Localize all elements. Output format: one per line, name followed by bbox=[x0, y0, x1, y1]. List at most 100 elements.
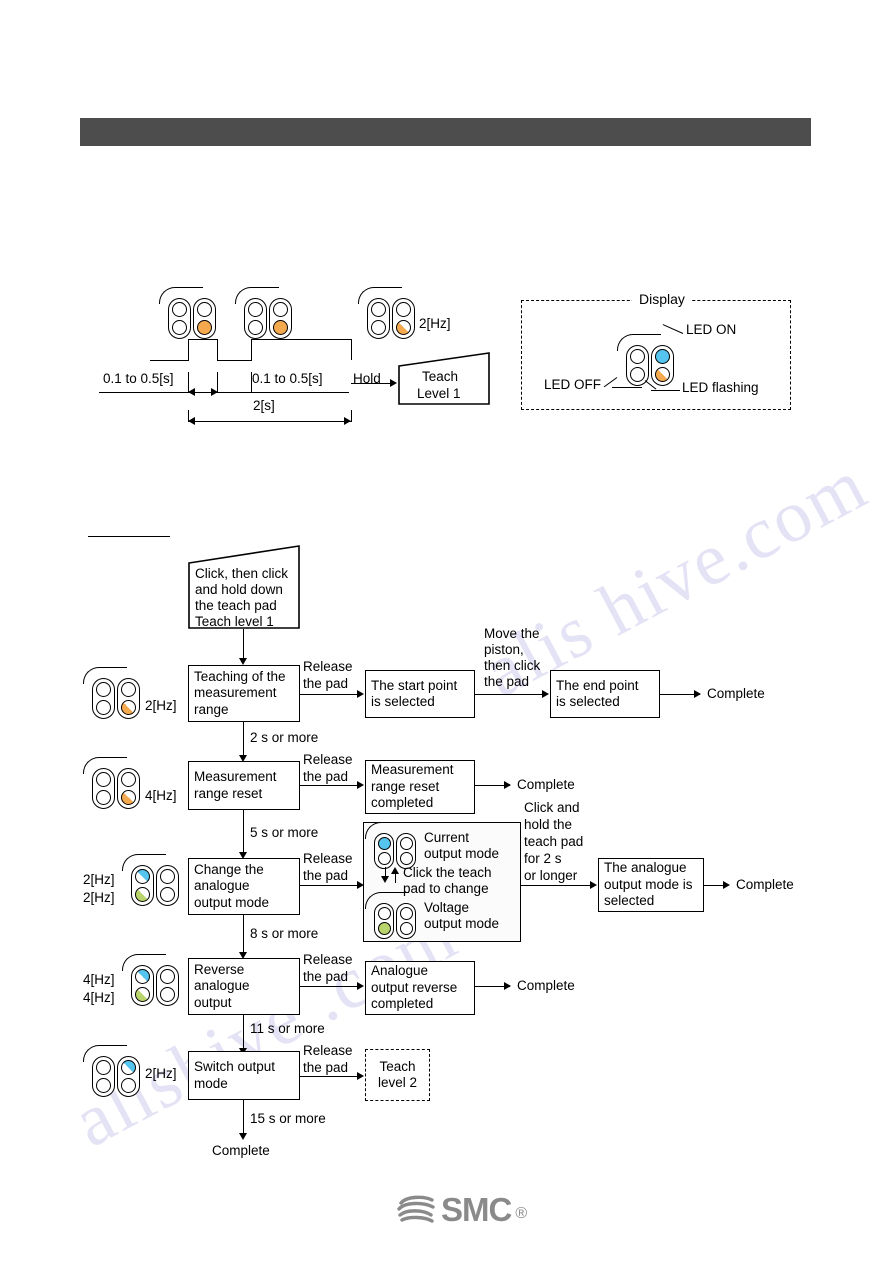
box-line-3: completed bbox=[371, 996, 434, 1012]
start-line-1: Click, then click bbox=[195, 566, 289, 581]
page-root: alis hive.com alishive .com 2[Hz] Hold 0… bbox=[0, 0, 893, 1263]
row5-connector-1 bbox=[300, 1076, 362, 1077]
measure-arrow-right bbox=[211, 388, 218, 396]
led-capsule-left bbox=[92, 678, 115, 719]
row-led-change-analogue-output-mode bbox=[122, 854, 179, 906]
box-analogue-output-reverse-completed: Analogue output reverse completed bbox=[365, 961, 475, 1015]
total-duration-label: 2[s] bbox=[253, 398, 275, 413]
led-left-bottom-off bbox=[630, 367, 645, 382]
section-header-bar bbox=[80, 118, 811, 146]
box-line-3: completed bbox=[371, 795, 434, 811]
row2-terminal: Complete bbox=[517, 777, 575, 792]
waveform-low-1 bbox=[150, 360, 188, 361]
hold-label: Hold bbox=[353, 371, 381, 386]
mode-switch-up-stem bbox=[395, 873, 396, 883]
row1-edge2-label-4: the pad bbox=[484, 674, 530, 689]
waveform-rise-1 bbox=[188, 339, 189, 361]
led-left-bottom bbox=[371, 320, 386, 335]
led-right-bottom bbox=[121, 790, 136, 805]
led-left-top bbox=[96, 1060, 111, 1075]
row3-connector-2-arrow bbox=[590, 881, 597, 889]
teach-level-1-line1: Teach bbox=[422, 369, 459, 384]
row4-edge-label-2: the pad bbox=[303, 969, 349, 984]
legend-led-on-label: LED ON bbox=[686, 322, 737, 337]
row5-down-label: 15 s or more bbox=[250, 1111, 326, 1126]
led-right-bottom bbox=[399, 922, 413, 936]
led-right-top bbox=[273, 302, 288, 317]
connector-row4-to-row5 bbox=[243, 1015, 244, 1051]
row1-connector-3-arrow bbox=[694, 690, 701, 698]
row1-edge-label-1: Release bbox=[303, 659, 353, 674]
led-left-bottom bbox=[96, 700, 111, 715]
row-led-switch-output-mode bbox=[83, 1045, 140, 1097]
start-trapezoid: Click, then click and hold down the teac… bbox=[188, 545, 300, 629]
pulse-width-label-left: 0.1 to 0.5[s] bbox=[103, 371, 174, 386]
box-line-2: analogue bbox=[194, 978, 250, 994]
section-rule bbox=[88, 536, 170, 537]
measure-arrow-left bbox=[188, 388, 195, 396]
led-capsule-left bbox=[374, 833, 394, 869]
total-span-arrow-left bbox=[188, 417, 195, 425]
led-right-top-on bbox=[655, 349, 670, 364]
led-capsule-right bbox=[651, 345, 674, 386]
row-led-teaching-measurement-range bbox=[83, 667, 140, 719]
row4-terminal: Complete bbox=[517, 978, 575, 993]
pulse-width-label-right: 0.1 to 0.5[s] bbox=[252, 371, 323, 386]
box-change-analogue-output-mode: Change the analogue output mode bbox=[188, 858, 300, 915]
connector-row5-to-complete bbox=[243, 1100, 244, 1136]
legend-leader-off bbox=[612, 387, 642, 388]
box-line-1: Measurement bbox=[371, 762, 454, 778]
voltage-mode-line-2: output mode bbox=[424, 916, 500, 931]
led-right-bottom bbox=[197, 320, 212, 335]
display-legend-title: Display bbox=[632, 291, 692, 307]
legend-led-indicator bbox=[617, 334, 674, 386]
mode-change-hint-2: pad to change bbox=[403, 881, 489, 896]
led-capsule-right bbox=[392, 298, 415, 339]
box-line-1: Teaching of the bbox=[194, 668, 286, 684]
row3-edge-label-2: the pad bbox=[303, 868, 349, 883]
box-analogue-output-mode-selected: The analogue output mode is selected bbox=[598, 858, 704, 912]
box-reverse-analogue-output: Reverse analogue output bbox=[188, 958, 300, 1015]
current-mode-line-1: Current bbox=[424, 830, 470, 845]
led-right-bottom bbox=[273, 320, 288, 335]
led-capsule-right bbox=[156, 965, 179, 1006]
led-capsule-right bbox=[396, 903, 416, 939]
led-capsule-left bbox=[131, 965, 154, 1006]
led-right-top bbox=[399, 906, 413, 920]
led-indicator-hold bbox=[358, 287, 415, 339]
led-left-bottom bbox=[377, 852, 391, 866]
box-start-point-selected: The start point is selected bbox=[365, 670, 475, 718]
connector-row1-to-row2 bbox=[243, 722, 244, 758]
box-line-2: range reset bbox=[371, 778, 440, 794]
row1-edge2-label-2: piston, bbox=[484, 642, 524, 657]
row4-edge-label-1: Release bbox=[303, 952, 353, 967]
row3-edge2-label-1: Click and bbox=[524, 800, 580, 815]
led-right-top bbox=[121, 772, 136, 787]
total-span-line bbox=[188, 421, 351, 422]
row1-edge-label-2: the pad bbox=[303, 676, 349, 691]
led-capsule-right bbox=[117, 1056, 140, 1097]
row3-terminal: Complete bbox=[736, 877, 794, 892]
box-switch-output-mode: Switch output mode bbox=[188, 1051, 300, 1100]
row3-edge2-label-4: for 2 s bbox=[524, 851, 562, 866]
led-right-top bbox=[399, 836, 413, 850]
connector-row3-to-row4 bbox=[243, 915, 244, 955]
led-capsule-right bbox=[396, 833, 416, 869]
led-left-bottom bbox=[377, 922, 391, 936]
legend-leader-flashing bbox=[651, 390, 680, 391]
waveform-high-1 bbox=[188, 339, 217, 340]
row-led-reverse-analogue-output bbox=[122, 954, 179, 1006]
box-line-3: output bbox=[194, 994, 232, 1010]
row3-connector-2 bbox=[521, 885, 595, 886]
measure-baseline bbox=[99, 392, 349, 393]
row3-connector-3-arrow bbox=[723, 881, 730, 889]
waveform-high-2-hold bbox=[251, 339, 351, 340]
row-led-measurement-range-reset bbox=[83, 757, 140, 809]
row3-connector-1 bbox=[300, 885, 362, 886]
led-indicator-pulse-1 bbox=[159, 287, 216, 339]
led-left-top bbox=[135, 969, 150, 984]
box-teaching-measurement-range: Teaching of the measurement range bbox=[188, 665, 300, 722]
row3-edge2-label-3: teach pad bbox=[524, 834, 584, 849]
row3-hz-stack: 2[Hz] 2[Hz] bbox=[83, 871, 115, 907]
led-capsule-right bbox=[117, 768, 140, 809]
